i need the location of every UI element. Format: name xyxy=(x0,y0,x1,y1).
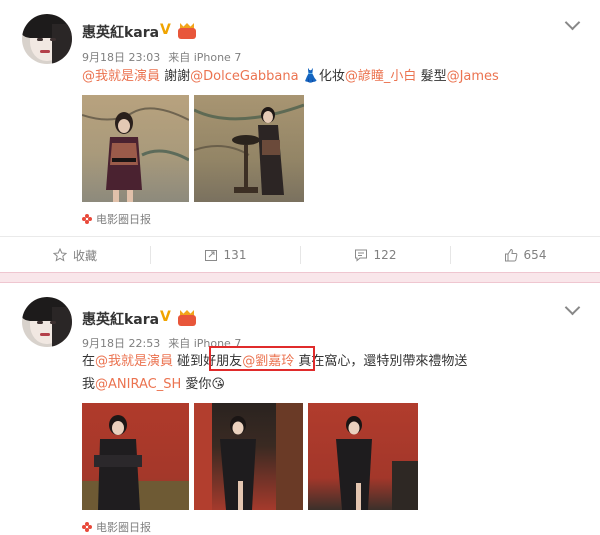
comment-count: 122 xyxy=(373,248,397,262)
username[interactable]: 惠英紅kara xyxy=(82,309,159,329)
repost-icon xyxy=(204,248,218,262)
repost-button[interactable]: 131 xyxy=(150,237,300,273)
chevron-down-icon[interactable] xyxy=(564,301,580,317)
text-segment: 我 xyxy=(82,377,96,392)
member-crown-icon xyxy=(178,23,196,39)
post-meta: 9月18日 23:03 来自 iPhone 7 xyxy=(82,49,249,65)
username[interactable]: 惠英紅kara xyxy=(82,22,159,42)
mention-link[interactable]: @ANIRAC_SH xyxy=(95,377,181,392)
text-segment: 愛你😘 xyxy=(181,377,225,392)
post-image-2[interactable] xyxy=(194,403,303,510)
text-segment: 真在窩心，還特別帶來禮物送 xyxy=(294,354,468,369)
avatar[interactable] xyxy=(22,14,72,64)
source-label[interactable]: 电影圈日报 xyxy=(96,521,151,534)
mention-link[interactable]: @DolceGabbana xyxy=(190,69,298,84)
post-device: 来自 iPhone 7 xyxy=(168,51,242,64)
like-button[interactable]: 654 xyxy=(450,237,600,273)
text-segment: 髮型 xyxy=(416,69,447,84)
highlight-box xyxy=(209,346,315,371)
source-label[interactable]: 电影圈日报 xyxy=(96,213,151,226)
post-separator xyxy=(0,272,600,283)
post-image-3[interactable] xyxy=(308,403,418,510)
post-text: @我就是演員 謝謝@DolceGabbana 👗化妆@諺瞳_小白 髮型@Jame… xyxy=(82,66,499,87)
text-segment: 👗化妆 xyxy=(298,69,345,84)
member-crown-icon xyxy=(178,310,196,326)
mention-link[interactable]: @諺瞳_小白 xyxy=(345,69,417,84)
post-image-1[interactable] xyxy=(82,95,189,202)
weibo-post-2: 惠英紅kara V 9月18日 22:53 来自 iPhone 7 在@我就是演員… xyxy=(0,283,600,535)
mention-link[interactable]: @我就是演員 xyxy=(82,69,160,84)
favorite-button[interactable]: 收藏 xyxy=(0,237,150,273)
flower-icon xyxy=(82,522,92,532)
comment-icon xyxy=(354,248,368,262)
post-text-line-2: 我@ANIRAC_SH 愛你😘 xyxy=(82,374,225,395)
like-count: 654 xyxy=(523,248,547,262)
action-bar: 收藏 131 122 654 xyxy=(0,236,600,272)
avatar[interactable] xyxy=(22,297,72,347)
text-segment: 碰到 xyxy=(173,354,204,369)
post-time[interactable]: 9月18日 22:53 xyxy=(82,337,160,350)
star-icon xyxy=(52,247,68,262)
verified-icon: V xyxy=(160,22,171,38)
flower-icon xyxy=(82,214,92,224)
comment-button[interactable]: 122 xyxy=(300,237,450,273)
mention-link[interactable]: @我就是演員 xyxy=(95,354,173,369)
verified-icon: V xyxy=(160,309,171,325)
favorite-label: 收藏 xyxy=(72,248,97,263)
source-tag[interactable]: 电影圈日报 xyxy=(82,519,151,535)
post-image-2[interactable] xyxy=(194,95,304,202)
post-time[interactable]: 9月18日 23:03 xyxy=(82,51,160,64)
post-image-1[interactable] xyxy=(82,403,189,510)
text-segment: 謝謝 xyxy=(160,69,191,84)
chevron-down-icon[interactable] xyxy=(564,16,580,32)
source-tag[interactable]: 电影圈日报 xyxy=(82,211,151,227)
mention-link[interactable]: @James xyxy=(447,69,499,84)
weibo-post-1: 惠英紅kara V 9月18日 23:03 来自 iPhone 7 @我就是演員 … xyxy=(0,0,600,272)
text-segment: 在 xyxy=(82,354,96,369)
thumbs-up-icon xyxy=(504,248,518,262)
repost-count: 131 xyxy=(223,248,247,262)
